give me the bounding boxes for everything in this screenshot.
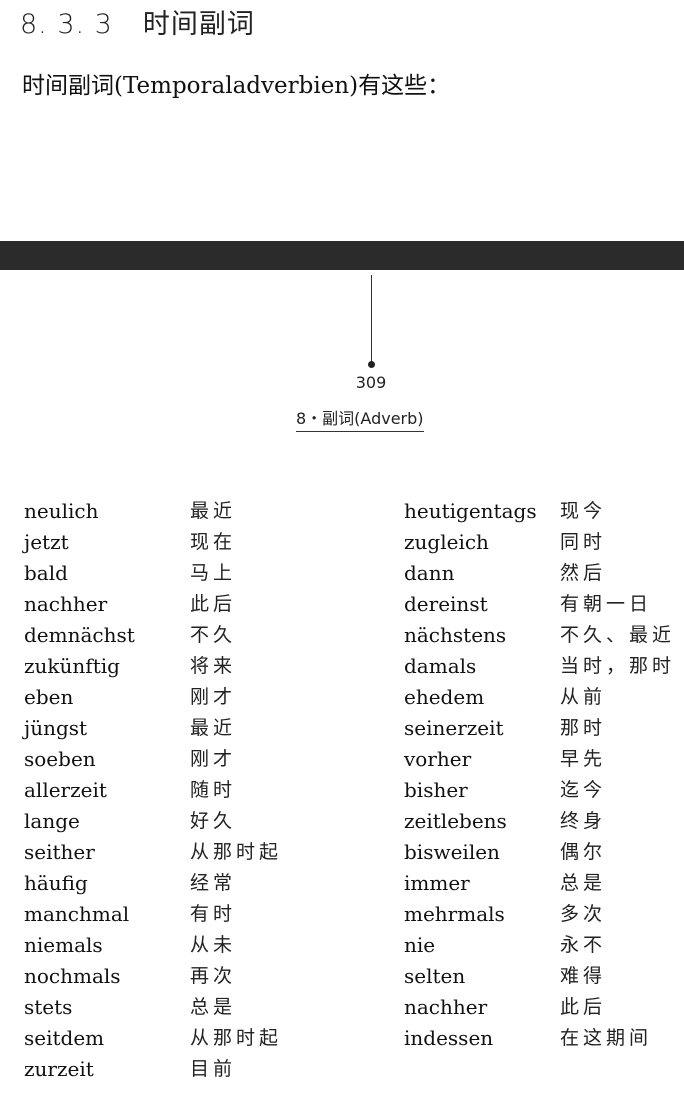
german-term: damals — [404, 654, 477, 678]
chinese-meaning: 刚才 — [190, 686, 237, 708]
german-term: zeitlebens — [404, 809, 507, 833]
chinese-meaning: 从那时起 — [190, 1027, 283, 1049]
german-term: indessen — [404, 1026, 494, 1050]
page-number: 309 — [355, 373, 387, 392]
german-term: dann — [404, 561, 455, 585]
german-term: bisher — [404, 778, 468, 802]
chinese-meaning: 目前 — [190, 1058, 237, 1080]
chinese-meaning: 将来 — [190, 655, 237, 677]
german-term: vorher — [404, 747, 472, 771]
chinese-meaning: 总是 — [190, 996, 237, 1018]
chinese-meaning: 再次 — [190, 965, 237, 987]
chinese-meaning: 随时 — [190, 779, 237, 801]
german-term: häufig — [24, 871, 88, 895]
chinese-meaning: 不久 — [190, 624, 237, 646]
chinese-meaning: 同时 — [560, 531, 607, 553]
german-term: dereinst — [404, 592, 488, 616]
chinese-meaning: 最近 — [190, 717, 237, 739]
chinese-meaning: 在这期间 — [560, 1027, 653, 1049]
german-term: manchmal — [24, 902, 130, 926]
chinese-meaning: 从未 — [190, 934, 237, 956]
chinese-meaning: 早先 — [560, 748, 607, 770]
chinese-meaning: 现在 — [190, 531, 237, 553]
chinese-meaning: 当时，那时 — [560, 655, 676, 677]
german-term: zurzeit — [24, 1057, 94, 1081]
german-term: immer — [404, 871, 470, 895]
german-term: neulich — [24, 499, 99, 523]
german-term: soeben — [24, 747, 96, 771]
chinese-meaning: 那时 — [560, 717, 607, 739]
chinese-meaning: 总是 — [560, 872, 607, 894]
german-term: seinerzeit — [404, 716, 504, 740]
german-term: seither — [24, 840, 95, 864]
german-term: nachher — [24, 592, 108, 616]
german-term: lange — [24, 809, 80, 833]
page-divider-band — [0, 241, 684, 270]
chinese-meaning: 现今 — [560, 500, 607, 522]
german-term: nie — [404, 933, 436, 957]
german-term: nachher — [404, 995, 488, 1019]
chinese-meaning: 然后 — [560, 562, 607, 584]
chinese-meaning: 偶尔 — [560, 841, 607, 863]
chinese-meaning: 经常 — [190, 872, 237, 894]
section-title: 时间副词 — [142, 9, 255, 40]
german-term: bald — [24, 561, 68, 585]
running-head: 8・副词(Adverb) — [296, 405, 424, 432]
intro-text: 时间副词(Temporaladverbien)有这些： — [22, 73, 451, 99]
german-term: niemals — [24, 933, 103, 957]
chinese-meaning: 好久 — [190, 810, 237, 832]
german-term: bisweilen — [404, 840, 500, 864]
german-term: heutigentags — [404, 499, 537, 523]
chinese-meaning: 从那时起 — [190, 841, 283, 863]
german-term: jüngst — [24, 716, 88, 740]
german-term: seitdem — [24, 1026, 105, 1050]
chinese-meaning: 多次 — [560, 903, 607, 925]
section-heading: 8. 3. 3 时间副词 — [20, 2, 255, 41]
chinese-meaning: 迄今 — [560, 779, 607, 801]
german-term: eben — [24, 685, 74, 709]
german-term: zugleich — [404, 530, 489, 554]
german-term: nächstens — [404, 623, 507, 647]
chinese-meaning: 有时 — [190, 903, 237, 925]
chinese-meaning: 此后 — [190, 593, 237, 615]
chinese-meaning: 终身 — [560, 810, 607, 832]
leader-dot — [368, 361, 375, 368]
leader-line — [371, 275, 372, 364]
chinese-meaning: 此后 — [560, 996, 607, 1018]
german-term: zukünftig — [24, 654, 120, 678]
chinese-meaning: 不久、最近 — [560, 624, 676, 646]
german-term: nochmals — [24, 964, 121, 988]
german-term: jetzt — [24, 530, 69, 554]
german-term: selten — [404, 964, 466, 988]
german-term: stets — [24, 995, 73, 1019]
chinese-meaning: 刚才 — [190, 748, 237, 770]
german-term: demnächst — [24, 623, 135, 647]
german-term: ehedem — [404, 685, 485, 709]
chinese-meaning: 有朝一日 — [560, 593, 653, 615]
chinese-meaning: 永不 — [560, 934, 607, 956]
section-number: 8. 3. 3 — [20, 9, 113, 40]
chinese-meaning: 从前 — [560, 686, 607, 708]
german-term: mehrmals — [404, 902, 505, 926]
chinese-meaning: 马上 — [190, 562, 237, 584]
chinese-meaning: 难得 — [560, 965, 607, 987]
german-term: allerzeit — [24, 778, 107, 802]
chinese-meaning: 最近 — [190, 500, 237, 522]
